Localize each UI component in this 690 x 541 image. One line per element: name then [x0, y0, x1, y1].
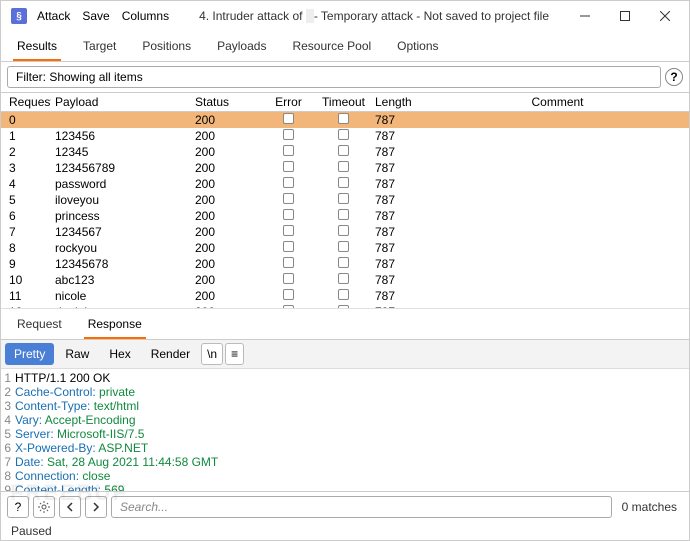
table-row[interactable]: 10abc123200787 — [1, 272, 689, 288]
help-icon[interactable]: ? — [665, 68, 683, 86]
menu-bar: Attack Save Columns — [37, 9, 169, 23]
table-row[interactable]: 212345200787 — [1, 144, 689, 160]
minimize-button[interactable] — [565, 1, 605, 31]
table-row[interactable]: 4password200787 — [1, 176, 689, 192]
col-payload[interactable]: Payload — [51, 95, 191, 109]
checkbox-icon — [283, 209, 294, 220]
filter-box[interactable]: Filter: Showing all items — [7, 66, 661, 88]
hamburger-icon[interactable]: ≡ — [225, 343, 244, 365]
view-toolbar: Pretty Raw Hex Render \n ≡ — [1, 340, 689, 369]
table-row[interactable]: 3123456789200787 — [1, 160, 689, 176]
tab-options[interactable]: Options — [393, 35, 442, 61]
checkbox-icon — [338, 273, 349, 284]
gear-icon[interactable] — [33, 496, 55, 518]
prev-match-button[interactable] — [59, 496, 81, 518]
tab-results[interactable]: Results — [13, 35, 61, 61]
table-row[interactable]: 5iloveyou200787 — [1, 192, 689, 208]
results-table-header: Request Payload Status Error Timeout Len… — [1, 92, 689, 112]
menu-attack[interactable]: Attack — [37, 9, 70, 23]
checkbox-icon — [338, 289, 349, 300]
checkbox-icon — [283, 177, 294, 188]
checkbox-icon — [283, 289, 294, 300]
col-status[interactable]: Status — [191, 95, 261, 109]
tab-target[interactable]: Target — [79, 35, 120, 61]
window-title: 4. Intruder attack of - Temporary attack… — [199, 9, 565, 23]
status-bar: Paused — [1, 522, 689, 540]
checkbox-icon — [338, 241, 349, 252]
checkbox-icon — [283, 161, 294, 172]
response-body[interactable]: 1HTTP/1.1 200 OK2Cache-Control: private3… — [1, 369, 689, 491]
checkbox-icon — [283, 145, 294, 156]
tab-resource-pool[interactable]: Resource Pool — [288, 35, 375, 61]
checkbox-icon — [338, 145, 349, 156]
view-render-button[interactable]: Render — [142, 343, 199, 365]
view-raw-button[interactable]: Raw — [56, 343, 98, 365]
checkbox-icon — [283, 225, 294, 236]
footer-bar: ? Search... 0 matches — [1, 491, 689, 522]
help-icon[interactable]: ? — [7, 496, 29, 518]
table-row[interactable]: 1123456200787 — [1, 128, 689, 144]
table-row[interactable]: 71234567200787 — [1, 224, 689, 240]
tab-payloads[interactable]: Payloads — [213, 35, 270, 61]
col-length[interactable]: Length — [371, 95, 426, 109]
col-error[interactable]: Error — [261, 95, 316, 109]
window-controls — [565, 1, 685, 31]
tab-positions[interactable]: Positions — [138, 35, 195, 61]
checkbox-icon — [283, 129, 294, 140]
checkbox-icon — [338, 209, 349, 220]
table-row[interactable]: 0200787 — [1, 112, 689, 128]
checkbox-icon — [338, 113, 349, 124]
view-pretty-button[interactable]: Pretty — [5, 343, 54, 365]
subtab-response[interactable]: Response — [84, 313, 146, 339]
close-button[interactable] — [645, 1, 685, 31]
view-hex-button[interactable]: Hex — [100, 343, 139, 365]
table-row[interactable]: 8rockyou200787 — [1, 240, 689, 256]
app-icon: § — [11, 8, 27, 24]
checkbox-icon — [338, 161, 349, 172]
redacted-target — [306, 9, 314, 23]
checkbox-icon — [283, 241, 294, 252]
message-tabs: Request Response — [1, 309, 689, 340]
table-row[interactable]: 11nicole200787 — [1, 288, 689, 304]
match-count: 0 matches — [616, 500, 683, 514]
next-match-button[interactable] — [85, 496, 107, 518]
maximize-button[interactable] — [605, 1, 645, 31]
checkbox-icon — [338, 177, 349, 188]
menu-save[interactable]: Save — [82, 9, 109, 23]
subtab-request[interactable]: Request — [13, 313, 66, 339]
checkbox-icon — [283, 113, 294, 124]
search-input[interactable]: Search... — [111, 496, 612, 518]
table-row[interactable]: 6princess200787 — [1, 208, 689, 224]
col-timeout[interactable]: Timeout — [316, 95, 371, 109]
checkbox-icon — [283, 257, 294, 268]
newline-toggle-button[interactable]: \n — [201, 343, 223, 365]
checkbox-icon — [338, 193, 349, 204]
col-request[interactable]: Request — [1, 95, 51, 109]
titlebar: § Attack Save Columns 4. Intruder attack… — [1, 1, 689, 31]
checkbox-icon — [338, 129, 349, 140]
checkbox-icon — [338, 257, 349, 268]
col-comment[interactable]: Comment — [426, 95, 689, 109]
checkbox-icon — [283, 273, 294, 284]
results-table-body[interactable]: 0200787112345620078721234520078731234567… — [1, 112, 689, 308]
checkbox-icon — [338, 225, 349, 236]
filter-row: Filter: Showing all items ? — [1, 62, 689, 92]
main-tabs: Results Target Positions Payloads Resource P… — [1, 31, 689, 62]
table-row[interactable]: 912345678200787 — [1, 256, 689, 272]
checkbox-icon — [283, 193, 294, 204]
menu-columns[interactable]: Columns — [122, 9, 169, 23]
